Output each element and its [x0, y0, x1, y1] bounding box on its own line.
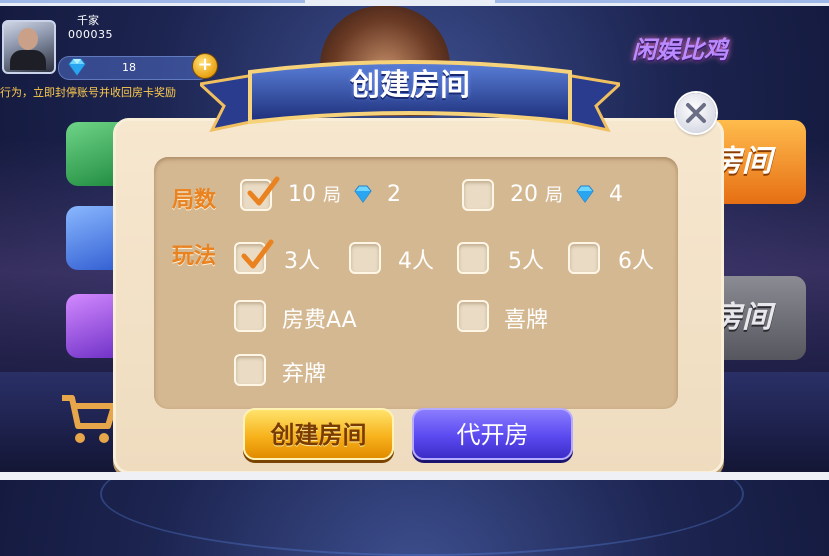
rounds-20-option[interactable]: 20 局 4: [510, 181, 623, 207]
top-strip: [0, 0, 829, 6]
players-6-checkbox[interactable]: [568, 242, 600, 274]
diamond-icon: [354, 185, 372, 203]
brand-logo: 闲娱比鸡: [632, 36, 728, 64]
checkmark-icon: [241, 239, 274, 269]
bottom-strip: [0, 472, 829, 480]
aa-fee-label[interactable]: 房费AA: [282, 302, 357, 334]
close-button[interactable]: [676, 93, 716, 133]
top-strip-segment: [0, 0, 305, 3]
avatar[interactable]: [2, 20, 56, 74]
rounds-20-checkbox[interactable]: [462, 179, 494, 211]
rounds-value: 10: [288, 182, 316, 207]
user-name: 千家: [77, 14, 99, 27]
user-panel: 千家 000035 18 +: [0, 10, 230, 80]
rounds-label: 局数: [172, 188, 217, 213]
fold-label[interactable]: 弃牌: [282, 356, 326, 388]
rounds-10-checkbox[interactable]: [240, 176, 280, 211]
players-5-checkbox[interactable]: [457, 242, 489, 274]
dialog-title: 创建房间: [350, 68, 470, 103]
notice-marquee: 行为，立即封停账号并收回房卡奖励: [0, 86, 176, 99]
rounds-value: 20: [510, 182, 538, 207]
players-6-label[interactable]: 6人: [618, 243, 654, 275]
diamond-icon: [576, 185, 594, 203]
rounds-unit: 局: [323, 185, 341, 206]
rules-label: 玩法: [172, 244, 217, 269]
rounds-cost: 2: [387, 182, 401, 207]
top-strip-segment: [495, 0, 829, 3]
rounds-cost: 4: [609, 182, 623, 207]
players-3-label[interactable]: 3人: [284, 243, 320, 275]
gem-count: 18: [122, 61, 136, 74]
shop-cart-icon[interactable]: [58, 390, 118, 450]
players-4-label[interactable]: 4人: [398, 243, 434, 275]
close-icon: [686, 103, 706, 123]
bonus-hand-checkbox[interactable]: [457, 300, 489, 332]
bonus-hand-label[interactable]: 喜牌: [504, 302, 548, 334]
proxy-open-room-button[interactable]: 代开房: [412, 408, 573, 460]
user-id: 000035: [68, 28, 113, 41]
fold-checkbox[interactable]: [234, 354, 266, 386]
rounds-10-option[interactable]: 10 局 2: [288, 181, 401, 207]
checkmark-icon: [247, 176, 280, 206]
players-5-label[interactable]: 5人: [508, 243, 544, 275]
aa-fee-checkbox[interactable]: [234, 300, 266, 332]
diamond-icon: [68, 58, 86, 76]
players-4-checkbox[interactable]: [349, 242, 381, 274]
players-3-checkbox[interactable]: [234, 239, 274, 274]
rounds-unit: 局: [545, 185, 563, 206]
create-room-button[interactable]: 创建房间: [243, 408, 394, 460]
